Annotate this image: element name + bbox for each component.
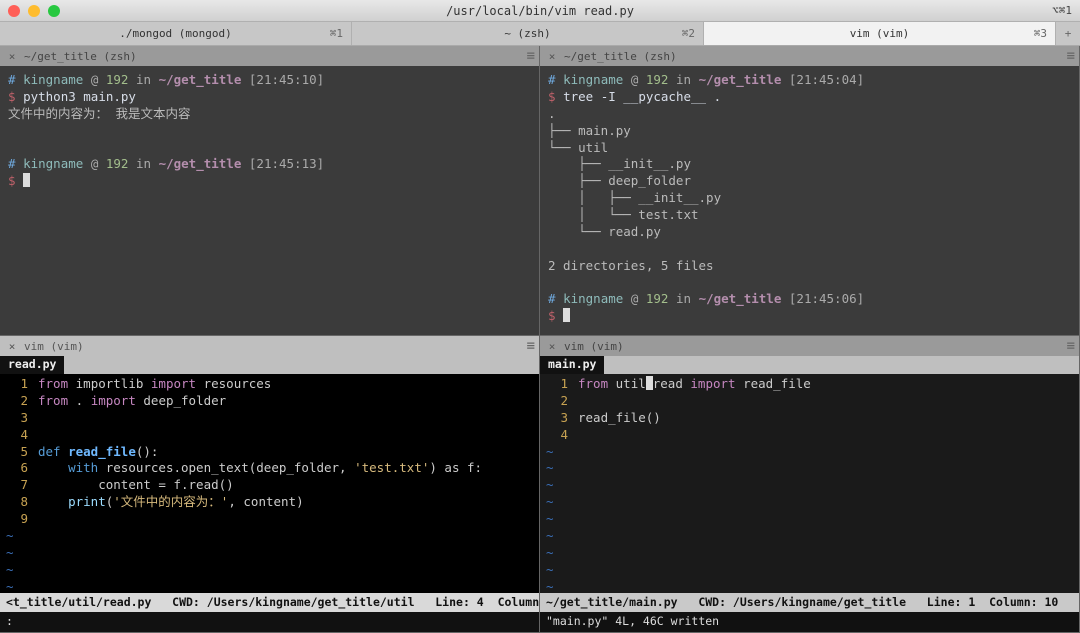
cursor xyxy=(646,376,653,390)
vim-cmdline[interactable]: : xyxy=(0,612,539,632)
editor-body[interactable]: 1from utilread import read_file 2 3read_… xyxy=(540,374,1079,593)
window-indicator: ⌥⌘1 xyxy=(1052,4,1072,17)
pane-titlebar: × ~/get_title (zsh) ≡ xyxy=(0,46,539,66)
vim-editor[interactable]: read.py 1from importlib import resources… xyxy=(0,356,539,632)
menu-icon[interactable]: ≡ xyxy=(1067,48,1075,64)
close-icon[interactable]: × xyxy=(4,50,20,63)
tab-label: vim (vim) xyxy=(850,27,910,40)
window-title: /usr/local/bin/vim read.py xyxy=(0,4,1080,18)
tab-shortcut: ⌘3 xyxy=(1034,27,1047,40)
pane-title: ~/get_title (zsh) xyxy=(24,50,137,63)
editor-tabbar: read.py xyxy=(0,356,539,374)
zoom-button[interactable] xyxy=(48,5,60,17)
editor-body[interactable]: 1from importlib import resources 2from .… xyxy=(0,374,539,593)
pane-title: vim (vim) xyxy=(24,340,84,353)
pane-vim-left: × vim (vim) ≡ read.py 1from importlib im… xyxy=(0,336,540,633)
editor-tab[interactable]: main.py xyxy=(540,356,604,374)
pane-titlebar: × ~/get_title (zsh) ≡ xyxy=(540,46,1079,66)
window-titlebar: /usr/local/bin/vim read.py ⌥⌘1 xyxy=(0,0,1080,22)
pane-title: ~/get_title (zsh) xyxy=(564,50,677,63)
terminal-output[interactable]: # kingname @ 192 in ~/get_title [21:45:0… xyxy=(540,66,1079,335)
close-button[interactable] xyxy=(8,5,20,17)
menu-icon[interactable]: ≡ xyxy=(1067,338,1075,354)
tab-bar: ./mongod (mongod) ⌘1 ~ (zsh) ⌘2 vim (vim… xyxy=(0,22,1080,46)
close-icon[interactable]: × xyxy=(4,340,20,353)
traffic-lights xyxy=(8,5,60,17)
minimize-button[interactable] xyxy=(28,5,40,17)
tab-zsh[interactable]: ~ (zsh) ⌘2 xyxy=(352,22,704,45)
tab-vim[interactable]: vim (vim) ⌘3 xyxy=(704,22,1056,45)
tab-mongod[interactable]: ./mongod (mongod) ⌘1 xyxy=(0,22,352,45)
pane-title: vim (vim) xyxy=(564,340,624,353)
pane-shell-right: × ~/get_title (zsh) ≡ # kingname @ 192 i… xyxy=(540,46,1080,336)
pane-shell-left: × ~/get_title (zsh) ≡ # kingname @ 192 i… xyxy=(0,46,540,336)
cursor xyxy=(23,173,30,187)
tab-label: ~ (zsh) xyxy=(504,27,550,40)
pane-vim-right: × vim (vim) ≡ main.py 1from utilread imp… xyxy=(540,336,1080,633)
vim-statusline: <t_title/util/read.py CWD: /Users/kingna… xyxy=(0,593,539,613)
new-tab-button[interactable]: + xyxy=(1056,22,1080,45)
vim-statusline: ~/get_title/main.py CWD: /Users/kingname… xyxy=(540,593,1079,613)
editor-tab[interactable]: read.py xyxy=(0,356,64,374)
menu-icon[interactable]: ≡ xyxy=(527,48,535,64)
cursor xyxy=(563,308,570,322)
close-icon[interactable]: × xyxy=(544,340,560,353)
tab-shortcut: ⌘2 xyxy=(682,27,695,40)
panes-grid: × ~/get_title (zsh) ≡ # kingname @ 192 i… xyxy=(0,46,1080,633)
pane-titlebar: × vim (vim) ≡ xyxy=(0,336,539,356)
pane-titlebar: × vim (vim) ≡ xyxy=(540,336,1079,356)
terminal-output[interactable]: # kingname @ 192 in ~/get_title [21:45:1… xyxy=(0,66,539,335)
close-icon[interactable]: × xyxy=(544,50,560,63)
menu-icon[interactable]: ≡ xyxy=(527,338,535,354)
tab-label: ./mongod (mongod) xyxy=(119,27,232,40)
editor-tabbar: main.py xyxy=(540,356,1079,374)
tab-shortcut: ⌘1 xyxy=(330,27,343,40)
vim-message: "main.py" 4L, 46C written xyxy=(540,612,1079,632)
vim-editor[interactable]: main.py 1from utilread import read_file … xyxy=(540,356,1079,632)
